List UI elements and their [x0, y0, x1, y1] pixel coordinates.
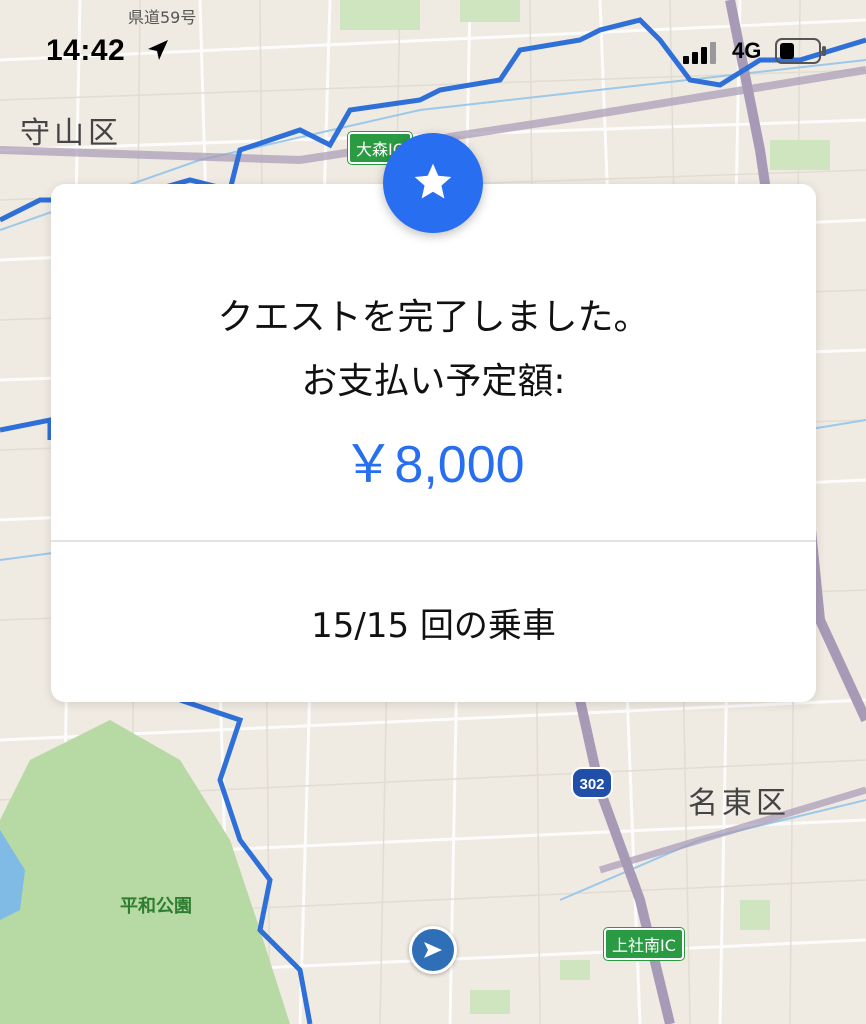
- star-badge: [383, 133, 483, 233]
- location-arrow-icon: [148, 40, 168, 60]
- cellular-signal-icon: [683, 42, 716, 64]
- current-location-icon[interactable]: [409, 926, 457, 974]
- battery-icon: [775, 38, 826, 64]
- route-shield-icon: 302: [571, 767, 613, 799]
- route-number: 302: [579, 776, 604, 793]
- payment-amount: ￥8,000: [342, 436, 525, 494]
- map-label-meito: 名東区: [688, 786, 790, 821]
- map-label-heiwa-park: 平和公園: [120, 896, 192, 917]
- payment-scheduled-label: お支払い予定額:: [301, 361, 566, 402]
- map-label-moriyama: 守山区: [20, 116, 122, 151]
- star-icon: [414, 163, 452, 199]
- status-bar: 14:42 4G: [0, 0, 866, 100]
- kamiyashiro-ic-sign: 上社南IC: [604, 928, 684, 960]
- status-time: 14:42: [46, 34, 126, 67]
- quest-complete-card: クエストを完了しました。 お支払い予定額: ￥8,000 15/15 回の乗車: [51, 184, 816, 702]
- ride-count: 15/15 回の乗車: [311, 606, 556, 646]
- network-type: 4G: [732, 38, 762, 63]
- card-divider: [51, 540, 816, 542]
- quest-complete-text: クエストを完了しました。: [217, 297, 650, 338]
